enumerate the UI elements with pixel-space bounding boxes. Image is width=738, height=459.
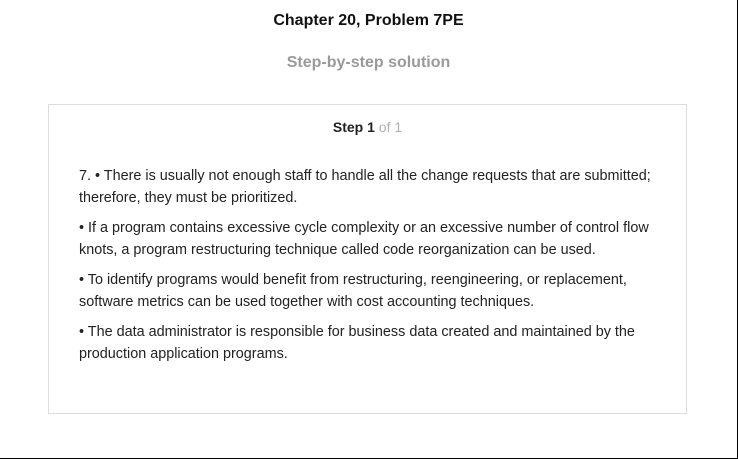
page-frame: Chapter 20, Problem 7PE Step-by-step sol… [0,0,738,459]
step-number: 1 [367,119,375,135]
page-title: Chapter 20, Problem 7PE [273,12,464,29]
solution-subtitle: Step-by-step solution [286,54,451,71]
step-header: Step 1 of 1 [49,118,686,136]
step-card: Step 1 of 1 7. • There is usually not en… [48,104,687,414]
solution-paragraph: • To identify programs would benefit fro… [79,272,627,310]
solution-paragraph: • If a program contains excessive cycle … [79,220,649,258]
step-count: of 1 [378,119,403,135]
step-content: 7. • There is usually not enough staff t… [79,165,669,373]
solution-paragraph: • The data administrator is responsible … [79,324,635,362]
solution-paragraph: 7. • There is usually not enough staff t… [79,168,651,206]
step-label: Step [332,119,364,135]
